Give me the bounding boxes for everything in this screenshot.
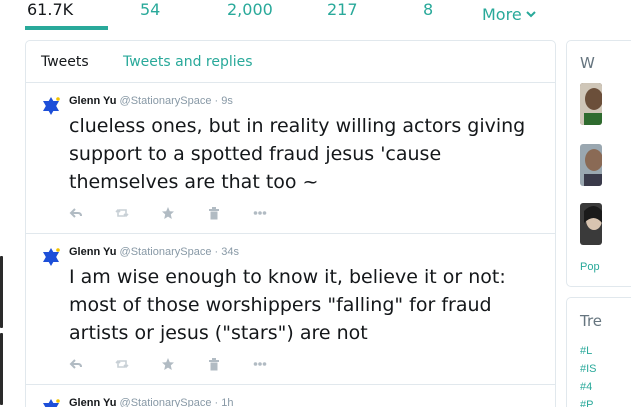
stat-lists[interactable]: 8 <box>423 0 433 30</box>
delete-button[interactable] <box>207 357 253 371</box>
trend-item[interactable]: #4 <box>580 381 592 393</box>
left-panel-fragment <box>0 333 3 405</box>
trash-icon <box>209 207 219 220</box>
tweet-author-handle[interactable]: @StationarySpace <box>120 397 212 407</box>
retweet-button[interactable] <box>115 206 161 220</box>
tweet-author-name[interactable]: Glenn Yu <box>69 95 116 107</box>
who-to-follow-title: W <box>580 54 595 72</box>
trend-item[interactable]: #IS <box>580 363 597 375</box>
more-dropdown[interactable]: More <box>482 0 537 30</box>
suggested-user-avatar[interactable] <box>580 144 602 186</box>
profile-stats-bar: 61.7K 54 2,000 217 8 More <box>0 0 631 30</box>
popular-accounts-link[interactable]: Pop <box>580 261 600 273</box>
more-label: More <box>482 5 522 24</box>
retweet-icon <box>115 359 129 369</box>
tweet-timestamp[interactable]: · 1h <box>215 397 234 407</box>
tweet-header: Glenn Yu @StationarySpace · 9s <box>69 95 233 107</box>
chevron-down-icon <box>525 5 537 25</box>
tab-tweets[interactable]: Tweets <box>41 54 89 70</box>
star-of-david-avatar-icon[interactable] <box>41 96 61 116</box>
tweet-header: Glenn Yu @StationarySpace · 34s <box>69 246 239 258</box>
star-icon <box>162 207 174 219</box>
retweet-button[interactable] <box>115 357 161 371</box>
tweet-timestamp[interactable]: · 9s <box>215 95 233 107</box>
tweet-text: I am wise enough to know it, believe it … <box>69 266 506 344</box>
active-stat-underline <box>25 26 108 30</box>
retweet-icon <box>115 208 129 218</box>
who-to-follow-card: W Pop <box>566 40 631 287</box>
star-icon <box>162 358 174 370</box>
tweet-actions <box>69 357 299 371</box>
suggested-user-avatar[interactable] <box>580 203 602 245</box>
trend-item[interactable]: #P <box>580 399 593 407</box>
stat-following[interactable]: 54 <box>140 0 160 30</box>
tweet-item[interactable]: Glenn Yu @StationarySpace · 34s I am wis… <box>26 235 555 385</box>
tweet-item[interactable]: Glenn Yu @StationarySpace · 9s clueless … <box>26 84 555 234</box>
trash-icon <box>209 358 219 371</box>
suggested-user-avatar[interactable] <box>580 83 602 125</box>
star-of-david-avatar-icon[interactable] <box>41 247 61 267</box>
tweet-author-handle[interactable]: @StationarySpace <box>120 95 212 107</box>
tweet-timestamp[interactable]: · 34s <box>215 246 239 258</box>
tab-tweets-and-replies[interactable]: Tweets and replies <box>123 54 253 70</box>
reply-icon <box>69 208 82 218</box>
like-button[interactable] <box>161 357 207 371</box>
tweet-text: clueless ones, but in reality willing ac… <box>69 115 526 193</box>
trends-card: Tre #L #IS #4 #P <box>566 297 631 407</box>
ellipsis-icon <box>253 211 267 215</box>
tweet-author-name[interactable]: Glenn Yu <box>69 397 116 407</box>
reply-button[interactable] <box>69 206 115 220</box>
delete-button[interactable] <box>207 206 253 220</box>
reply-icon <box>69 359 82 369</box>
star-of-david-avatar-icon[interactable] <box>41 398 61 407</box>
like-button[interactable] <box>161 206 207 220</box>
more-options-button[interactable] <box>253 357 299 371</box>
trends-title: Tre <box>580 312 603 330</box>
timeline-card: Tweets Tweets and replies Glenn Yu @Stat… <box>25 40 556 407</box>
reply-button[interactable] <box>69 357 115 371</box>
tweet-actions <box>69 206 299 220</box>
trend-item[interactable]: #L <box>580 345 592 357</box>
tweet-item[interactable]: Glenn Yu @StationarySpace · 1h <box>26 386 555 407</box>
stat-followers[interactable]: 2,000 <box>227 0 273 30</box>
timeline-tabs: Tweets Tweets and replies <box>26 41 555 83</box>
tweet-header: Glenn Yu @StationarySpace · 1h <box>69 397 233 407</box>
tweet-author-handle[interactable]: @StationarySpace <box>120 246 212 258</box>
ellipsis-icon <box>253 362 267 366</box>
stat-likes[interactable]: 217 <box>327 0 358 30</box>
left-panel-fragment <box>0 256 3 328</box>
tweet-author-name[interactable]: Glenn Yu <box>69 246 116 258</box>
more-options-button[interactable] <box>253 206 299 220</box>
